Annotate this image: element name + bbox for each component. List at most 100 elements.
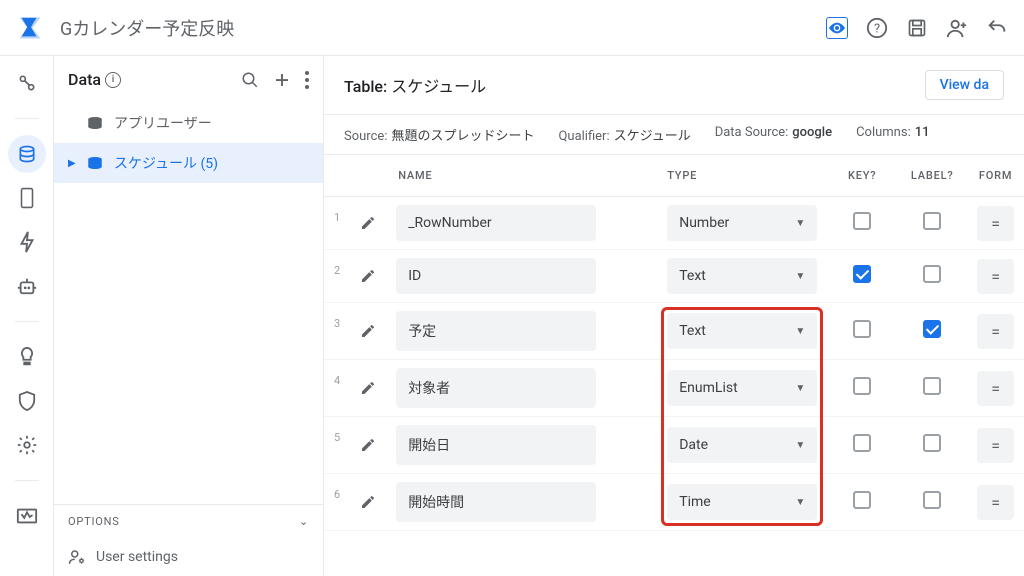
info-icon[interactable]: i [105,72,121,88]
user-settings-icon [68,548,86,566]
key-checkbox[interactable] [853,491,871,509]
main-panel: Table: スケジュール View da Source:無題のスプレッドシート… [324,56,1024,576]
view-data-button[interactable]: View da [925,70,1004,100]
edit-icon[interactable] [360,215,376,231]
database-icon [86,116,104,130]
row-index: 6 [324,474,350,531]
formula-button[interactable]: = [977,259,1014,294]
column-type-select[interactable]: Date▼ [667,427,817,463]
dropdown-arrow-icon: ▼ [795,271,805,282]
key-checkbox[interactable] [853,320,871,338]
row-index: 1 [324,197,350,250]
row-index: 4 [324,360,350,417]
edit-icon[interactable] [360,494,376,510]
preview-icon[interactable] [826,17,848,39]
row-index: 2 [324,250,350,303]
column-type-select[interactable]: Number▼ [667,205,817,241]
add-icon[interactable] [273,71,291,89]
sidebar-item-schedule[interactable]: ▶ スケジュール (5) [54,143,323,183]
sidebar-item-label: アプリユーザー [114,113,212,133]
database-icon [86,156,104,170]
column-name-field[interactable]: 開始日 [396,425,596,465]
formula-button[interactable]: = [977,371,1014,406]
column-type-select[interactable]: Text▼ [667,258,817,294]
column-name-field[interactable]: 対象者 [396,368,596,408]
label-checkbox[interactable] [923,265,941,283]
formula-button[interactable]: = [977,206,1014,241]
nav-views-icon[interactable] [16,187,38,209]
key-checkbox[interactable] [853,212,871,230]
formula-button[interactable]: = [977,428,1014,463]
table-row: 6 開始時間 Time▼ = [324,474,1024,531]
formula-button[interactable]: = [977,485,1014,520]
options-toggle[interactable]: OPTIONS ⌄ [54,504,323,538]
appsheet-logo [16,14,44,42]
app-title: Gカレンダー予定反映 [60,15,826,41]
data-sidebar: Data i アプリユーザー ▶ スケジュール (5) OPTIONS ⌄ Us… [54,56,324,576]
chevron-down-icon: ⌄ [299,515,309,528]
help-icon[interactable]: ? [866,17,888,39]
formula-button[interactable]: = [977,314,1014,349]
nav-settings-icon[interactable] [16,434,38,456]
dropdown-arrow-icon: ▼ [795,497,805,508]
edit-icon[interactable] [360,380,376,396]
dropdown-arrow-icon: ▼ [795,218,805,229]
label-checkbox[interactable] [923,377,941,395]
sidebar-item-app-users[interactable]: アプリユーザー [54,103,323,143]
search-icon[interactable] [241,71,259,89]
data-panel-title: Data i [68,70,227,89]
edit-icon[interactable] [360,323,376,339]
more-icon[interactable] [305,71,309,89]
app-header: Gカレンダー予定反映 ? [0,0,1024,56]
column-type-select[interactable]: Text▼ [667,313,817,349]
dropdown-arrow-icon: ▼ [795,383,805,394]
column-name-field[interactable]: 開始時間 [396,482,596,522]
user-settings-row[interactable]: User settings [54,538,323,576]
nav-intelligence-icon[interactable] [16,346,38,368]
table-row: 1 _RowNumber Number▼ = [324,197,1024,250]
column-name-field[interactable]: ID [396,258,596,294]
column-name-field[interactable]: _RowNumber [396,205,596,241]
col-header-key: KEY? [827,155,897,197]
table-row: 5 開始日 Date▼ = [324,417,1024,474]
key-checkbox[interactable] [853,377,871,395]
nav-home-icon[interactable] [16,72,38,94]
table-meta: Source:無題のスプレッドシート Qualifier:スケジュール Data… [324,115,1024,155]
col-header-name: NAME [386,155,657,197]
table-title: Table: スケジュール [344,73,925,97]
row-index: 5 [324,417,350,474]
nav-manage-icon[interactable] [16,505,38,527]
column-type-select[interactable]: EnumList▼ [667,370,817,406]
caret-right-icon: ▶ [68,158,76,169]
undo-icon[interactable] [986,17,1008,39]
label-checkbox[interactable] [923,212,941,230]
table-row: 2 ID Text▼ = [324,250,1024,303]
dropdown-arrow-icon: ▼ [795,326,805,337]
nav-security-icon[interactable] [16,390,38,412]
table-row: 3 予定 Text▼ = [324,303,1024,360]
top-actions: ? [826,17,1008,39]
row-index: 3 [324,303,350,360]
column-name-field[interactable]: 予定 [396,311,596,351]
nav-actions-icon[interactable] [16,231,38,253]
nav-rail [0,56,54,576]
key-checkbox[interactable] [853,265,871,283]
add-user-icon[interactable] [946,17,968,39]
nav-automation-icon[interactable] [16,275,38,297]
edit-icon[interactable] [360,437,376,453]
col-header-type: TYPE [657,155,827,197]
col-header-formula: FORM [967,155,1024,197]
dropdown-arrow-icon: ▼ [795,440,805,451]
col-header-label: LABEL? [897,155,967,197]
key-checkbox[interactable] [853,434,871,452]
nav-data-icon[interactable] [16,143,38,165]
label-checkbox[interactable] [923,320,941,338]
label-checkbox[interactable] [923,491,941,509]
edit-icon[interactable] [360,268,376,284]
svg-text:?: ? [874,21,880,36]
column-type-select[interactable]: Time▼ [667,484,817,520]
sidebar-item-label: スケジュール (5) [114,153,218,173]
label-checkbox[interactable] [923,434,941,452]
save-icon[interactable] [906,17,928,39]
table-row: 4 対象者 EnumList▼ = [324,360,1024,417]
